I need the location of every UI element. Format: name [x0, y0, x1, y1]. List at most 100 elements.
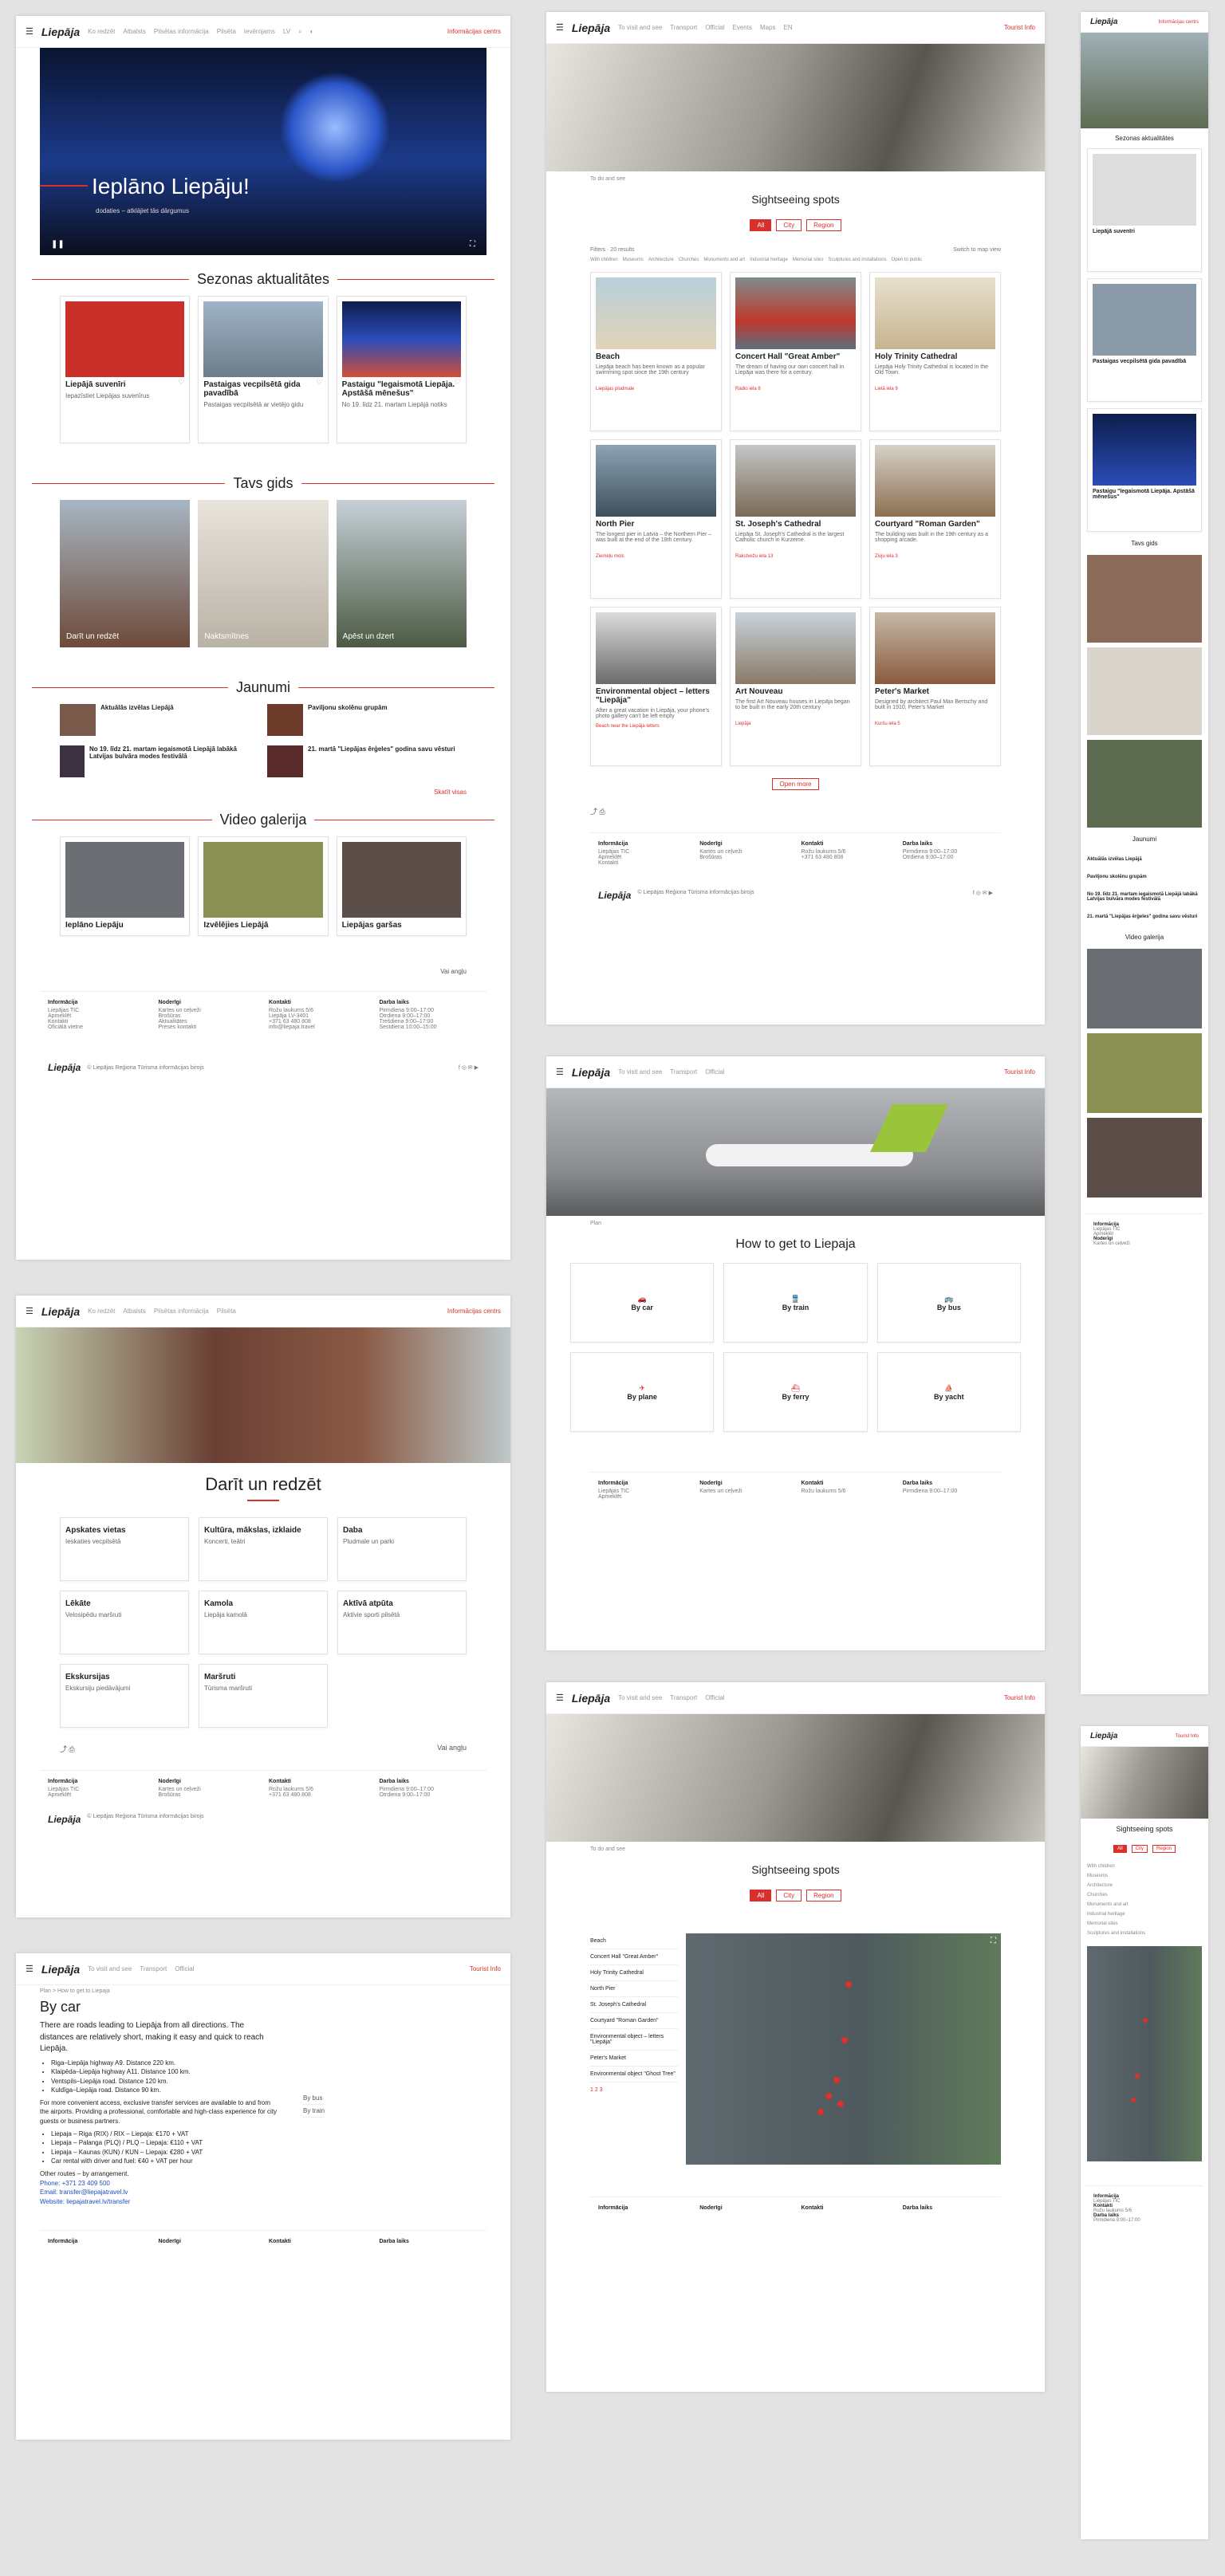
- video-card[interactable]: [1087, 1118, 1202, 1198]
- video-card[interactable]: Izvēlējies Liepājā: [198, 836, 329, 936]
- option-by-plane[interactable]: ✈ By plane: [570, 1352, 715, 1432]
- guide-card[interactable]: Darīt un redzēt: [60, 500, 191, 647]
- sight-card[interactable]: Courtyard "Roman Garden" The building was…: [869, 439, 1001, 599]
- sight-card[interactable]: North Pier The longest pier in Latvia – t…: [590, 439, 722, 599]
- open-more-button[interactable]: Open more: [772, 778, 819, 790]
- fullscreen-icon[interactable]: ⛶: [470, 240, 475, 249]
- season-card[interactable]: Pastaigas vecpilsētā gida pavadībā Pasta…: [198, 296, 329, 443]
- sight-card[interactable]: Beach Liepāja beach has been known as a p…: [590, 272, 722, 431]
- map-pin[interactable]: [845, 1981, 852, 1988]
- pagination: 1 2 3: [590, 2087, 603, 2093]
- menu-icon[interactable]: ☰: [556, 1067, 564, 1077]
- todo-card[interactable]: Ekskursijas Ekskursiju piedāvājumi: [60, 1664, 189, 1728]
- breadcrumb[interactable]: Plan: [590, 1221, 1001, 1226]
- menu-icon[interactable]: ☰: [26, 26, 33, 37]
- heart-icon[interactable]: ♡: [317, 378, 323, 387]
- option-by-bus[interactable]: 🚌 By bus: [876, 1263, 1021, 1343]
- season-card[interactable]: Pastaigu "Iegaismotā Liepāja. Apstāšā mē…: [1087, 408, 1202, 532]
- footer: Informācija Noderīgi Kontakti Darba laiks: [590, 2196, 1001, 2221]
- video-card[interactable]: [1087, 1033, 1202, 1113]
- todo-card[interactable]: Daba Pludmale un parki: [337, 1517, 467, 1581]
- sight-card[interactable]: Concert Hall "Great Amber" The dream of h…: [730, 272, 861, 431]
- season-card[interactable]: Pastaigas vecpilsētā gida pavadībā: [1087, 278, 1202, 402]
- sight-card[interactable]: Environmental object – letters "Liepāja"…: [590, 607, 722, 766]
- map-pin[interactable]: [1131, 2098, 1136, 2102]
- menu-icon[interactable]: ☰: [26, 1306, 33, 1316]
- video-card[interactable]: [1087, 949, 1202, 1028]
- option-by-car[interactable]: 🚗 By car: [570, 1263, 715, 1343]
- season-card[interactable]: Liepājā suvenīri: [1087, 148, 1202, 272]
- guide-card[interactable]: [1087, 555, 1202, 643]
- map-view[interactable]: ⛶: [686, 1933, 1001, 2165]
- guide-card[interactable]: [1087, 647, 1202, 735]
- season-card[interactable]: Pastaigu "Iegaismotā Liepāja. Apstāšā mē…: [336, 296, 467, 443]
- todo-card[interactable]: Kamola Liepāja kamolā: [199, 1591, 328, 1654]
- panel-todo-lv: ☰ Liepāja Ko redzēt Atbalsts Pilsētas info…: [16, 1296, 510, 1917]
- hero-title: Ieplāno Liepāju!: [92, 174, 250, 199]
- news-item[interactable]: 21. martā "Liepājas ērģeles" godina savu…: [267, 745, 467, 777]
- menu-icon[interactable]: ☰: [26, 1964, 33, 1974]
- lang-switch[interactable]: LV: [283, 28, 290, 35]
- pause-icon[interactable]: ❚❚: [51, 240, 65, 249]
- sight-card[interactable]: Peter's Market Designed by architect Paul…: [869, 607, 1001, 766]
- heart-icon[interactable]: ♡: [178, 378, 184, 387]
- map-pin[interactable]: [837, 2101, 844, 2107]
- nav-item[interactable]: Ievērojams: [244, 28, 275, 35]
- footer-col: Darba laiks Pirmdiena 9:00–17:00 Otrdiena …: [379, 1000, 437, 1030]
- season-card[interactable]: Liepājā suvenīri Iepazīstiet Liepājas su…: [60, 296, 191, 443]
- option-by-yacht[interactable]: ⛵ By yacht: [876, 1352, 1021, 1432]
- hero-accent: [40, 185, 88, 187]
- news-item[interactable]: Aktuālās izvēlas Liepājā: [60, 704, 259, 736]
- nav-item[interactable]: Pilsēta: [217, 28, 236, 35]
- social-icons[interactable]: f ◎ ✉ ▶: [973, 890, 993, 901]
- sight-card[interactable]: Holy Trinity Cathedral Liepāja Holy Trini…: [869, 272, 1001, 431]
- filter-tabs: All City Region: [1081, 1839, 1208, 1854]
- breadcrumb[interactable]: To do and see: [590, 1846, 1001, 1852]
- news-more-link[interactable]: Skatīt visas: [60, 789, 467, 796]
- guide-card[interactable]: Apēst un dzert: [336, 500, 467, 647]
- nav-item[interactable]: Atbalsts: [123, 28, 145, 35]
- sight-card[interactable]: St. Joseph's Cathedral Liepāja St. Joseph…: [730, 439, 861, 599]
- info-link[interactable]: Informācijas centrs: [447, 28, 501, 35]
- guide-card[interactable]: [1087, 740, 1202, 828]
- nav-item[interactable]: Pilsētas informācija: [154, 28, 209, 35]
- menu-icon[interactable]: ☰: [556, 1693, 564, 1703]
- nav-item[interactable]: Ko redzēt: [88, 28, 115, 35]
- map-pin[interactable]: [1143, 2018, 1148, 2023]
- map-pin[interactable]: [833, 2077, 840, 2083]
- map-view[interactable]: [1087, 1946, 1202, 2161]
- option-by-train[interactable]: 🚆 By train: [723, 1263, 868, 1343]
- breadcrumb[interactable]: To do and see: [590, 176, 1001, 182]
- site-logo[interactable]: Liepāja: [41, 1305, 80, 1318]
- video-card[interactable]: Ieplāno Liepāju: [60, 836, 191, 936]
- social-icons[interactable]: f ◎ ✉ ▶: [459, 1064, 479, 1071]
- search-icon[interactable]: ⌕: [298, 28, 301, 36]
- option-by-ferry[interactable]: ⛴ By ferry: [723, 1352, 868, 1432]
- map-pin[interactable]: [817, 2109, 824, 2115]
- lang-select[interactable]: Vai angļu: [60, 968, 467, 975]
- video-card[interactable]: Liepājas garšas: [336, 836, 467, 936]
- card-title: Pastaigas vecpilsētā gida pavadībā: [203, 380, 301, 398]
- todo-card[interactable]: Aktīvā atpūta Aktīvie sporti pilsētā: [337, 1591, 467, 1654]
- guide-card[interactable]: Naktsmītnes: [198, 500, 329, 647]
- heart-icon[interactable]: ♡: [455, 378, 461, 387]
- site-logo[interactable]: Liepāja: [41, 26, 80, 38]
- todo-hero: [16, 1327, 510, 1463]
- share-icon[interactable]: ⤴ ⎙: [60, 1744, 75, 1754]
- card-title: Liepājā suvenīri: [65, 380, 126, 389]
- todo-card[interactable]: Lēkāte Velosipēdu maršruti: [60, 1591, 189, 1654]
- news-item[interactable]: Paviljonu skolēnu grupām: [267, 704, 467, 736]
- sight-card[interactable]: Art Nouveau The first Art Nouveau houses …: [730, 607, 861, 766]
- map-pin[interactable]: [825, 2093, 832, 2099]
- todo-card[interactable]: Apskates vietas Ieskaties vecpilsētā: [60, 1517, 189, 1581]
- contrast-icon[interactable]: ◐: [310, 28, 314, 35]
- breadcrumb[interactable]: Plan > How to get to Liepaja: [40, 1988, 486, 1994]
- todo-card[interactable]: Maršruti Tūrisma maršruti: [199, 1664, 328, 1728]
- map-pin[interactable]: [841, 2037, 848, 2043]
- news-item[interactable]: No 19. līdz 21. martam iegaismotā Liepāj…: [60, 745, 259, 777]
- share-row[interactable]: ⤴ ⎙: [590, 806, 1001, 816]
- map-pin[interactable]: [1135, 2074, 1140, 2078]
- fullscreen-icon[interactable]: ⛶: [991, 1937, 996, 1945]
- menu-icon[interactable]: ☰: [556, 22, 564, 33]
- todo-card[interactable]: Kultūra, mākslas, izklaide Koncerti, teāt…: [199, 1517, 328, 1581]
